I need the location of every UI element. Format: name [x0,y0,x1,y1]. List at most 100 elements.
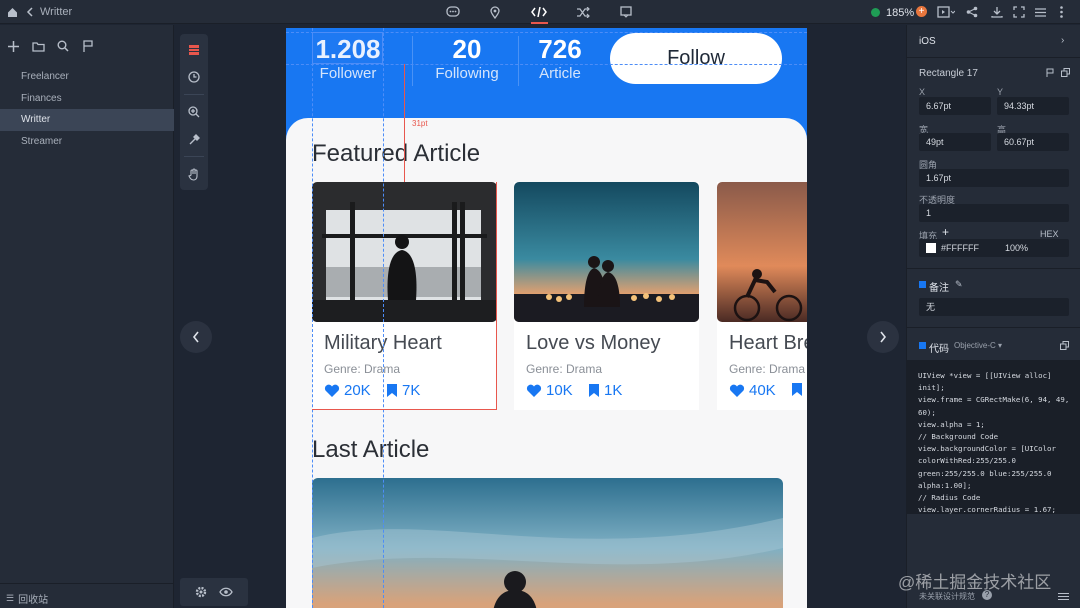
sidebar-item-writter[interactable]: Writter [0,109,174,131]
chevron-right-icon [880,331,887,343]
x-field[interactable]: 6.67pt [919,97,991,115]
sidebar-item-finances[interactable]: Finances [0,88,174,110]
copy-icon[interactable] [1060,67,1070,77]
likes-value: 10K [546,382,573,399]
frame-icon[interactable] [619,5,633,19]
hand-icon[interactable] [186,166,202,182]
menu-icon[interactable] [1033,5,1047,19]
guide-line [383,28,384,608]
more-icon[interactable] [1054,5,1068,19]
article-card[interactable]: Military Heart Genre: Drama 20K 7K [312,182,497,410]
sidebar-item-label: Freelancer [21,71,69,82]
stat-divider [412,36,413,86]
y-field[interactable]: 94.33pt [997,97,1069,115]
folder-icon[interactable] [31,39,45,53]
heart-icon [729,384,745,397]
section-marker [919,281,926,288]
canvas-tools [180,34,208,190]
article-title: Love vs Money [526,332,661,354]
note-field[interactable]: 无 [919,298,1069,316]
note-label: 备注 [929,283,949,294]
home-icon[interactable] [5,5,19,19]
stat-divider [518,36,519,86]
add-icon[interactable] [6,39,20,53]
code-icon[interactable] [530,4,548,20]
fill-hex: #FFFFFF [941,243,979,253]
back-icon[interactable] [24,5,36,19]
article-image [717,182,807,322]
likes-value: 20K [344,382,371,399]
fill-mode[interactable]: HEX [1040,229,1059,239]
sidebar-item-label: Finances [21,93,62,104]
likes-count: 20K [324,382,371,399]
add-fill-icon[interactable]: + [942,225,949,239]
code-label: 代码 [929,344,949,355]
bookmark-icon [387,384,397,397]
fill-swatch [926,243,936,253]
saves-value: 7K [402,382,421,399]
sliders-icon[interactable] [1057,590,1069,602]
likes-count: 40K [729,382,776,399]
prev-page-button[interactable] [180,321,212,353]
next-page-button[interactable] [867,321,899,353]
fill-field[interactable]: #FFFFFF 100% [919,239,1069,257]
article-card[interactable]: Heart Bre Genre: Drama 40K [717,182,807,410]
article-genre: Genre: Drama [324,362,401,376]
divider [907,268,1080,269]
sidebar-item-label: Streamer [21,136,63,147]
stat-label: Follower [319,65,377,82]
saves-value: 1K [604,382,623,399]
shuffle-icon[interactable] [575,5,591,19]
follow-button[interactable]: Follow [610,33,782,84]
watermark: @稀土掘金技术社区 [898,573,1052,592]
platform-select[interactable]: iOS [919,36,936,47]
eye-icon[interactable] [218,585,234,599]
featured-heading: Featured Article [312,140,481,167]
fullscreen-icon[interactable] [1012,5,1026,19]
sidebar-item-streamer[interactable]: Streamer [0,131,174,153]
divider [0,583,174,584]
heart-icon [324,384,340,397]
history-icon[interactable] [186,69,202,85]
zoom-in-icon[interactable] [186,104,202,120]
radius-field[interactable]: 1.67pt [919,169,1069,187]
width-field[interactable]: 49pt [919,133,991,151]
stat-value: 20 [452,34,482,64]
search-icon[interactable] [56,39,70,53]
artboard[interactable]: 1.208 Follower 20 Following 726 Article … [286,28,807,608]
edit-icon[interactable]: ✎ [955,279,963,290]
pin-icon[interactable] [488,5,502,19]
download-icon[interactable] [990,5,1004,19]
share-icon[interactable] [965,5,979,19]
code-language-select[interactable]: Objective-C ▾ [954,341,1002,350]
measure-label: 31pt [412,119,428,128]
settings-icon[interactable] [194,585,208,599]
copy-icon[interactable] [1059,340,1069,350]
flag-icon[interactable] [81,39,95,53]
pages-panel: Freelancer Finances Writter Streamer ☰ 回… [0,25,174,608]
article-genre: Genre: Drama [526,362,603,376]
layers-icon[interactable] [186,42,202,58]
measure-line [496,182,497,410]
heart-icon [526,384,542,397]
comment-icon[interactable] [445,5,461,19]
inspector-panel: iOS › Rectangle 17 X Y 6.67pt 94.33pt 宽 … [906,25,1080,608]
flag-icon[interactable] [1045,67,1055,77]
zoom-level[interactable]: 185% [886,7,914,19]
stat-following: 20 Following [424,34,510,82]
chevron-right-icon[interactable]: › [1061,35,1064,46]
zoom-plus-icon[interactable]: + [916,6,927,17]
trash-button[interactable]: ☰ 回收站 [6,591,48,606]
eyedropper-icon[interactable] [186,132,202,148]
article-card[interactable]: Love vs Money Genre: Drama 10K 1K [514,182,699,410]
bookmark-icon [589,384,599,397]
preview-icon[interactable] [936,5,956,19]
height-field[interactable]: 60.67pt [997,133,1069,151]
saves-count [791,382,807,397]
opacity-field[interactable]: 1 [919,204,1069,222]
measure-line [312,409,497,410]
section-marker [919,342,926,349]
divider [907,57,1080,58]
sidebar-item-freelancer[interactable]: Freelancer [0,66,174,88]
y-label: Y [997,87,1004,97]
